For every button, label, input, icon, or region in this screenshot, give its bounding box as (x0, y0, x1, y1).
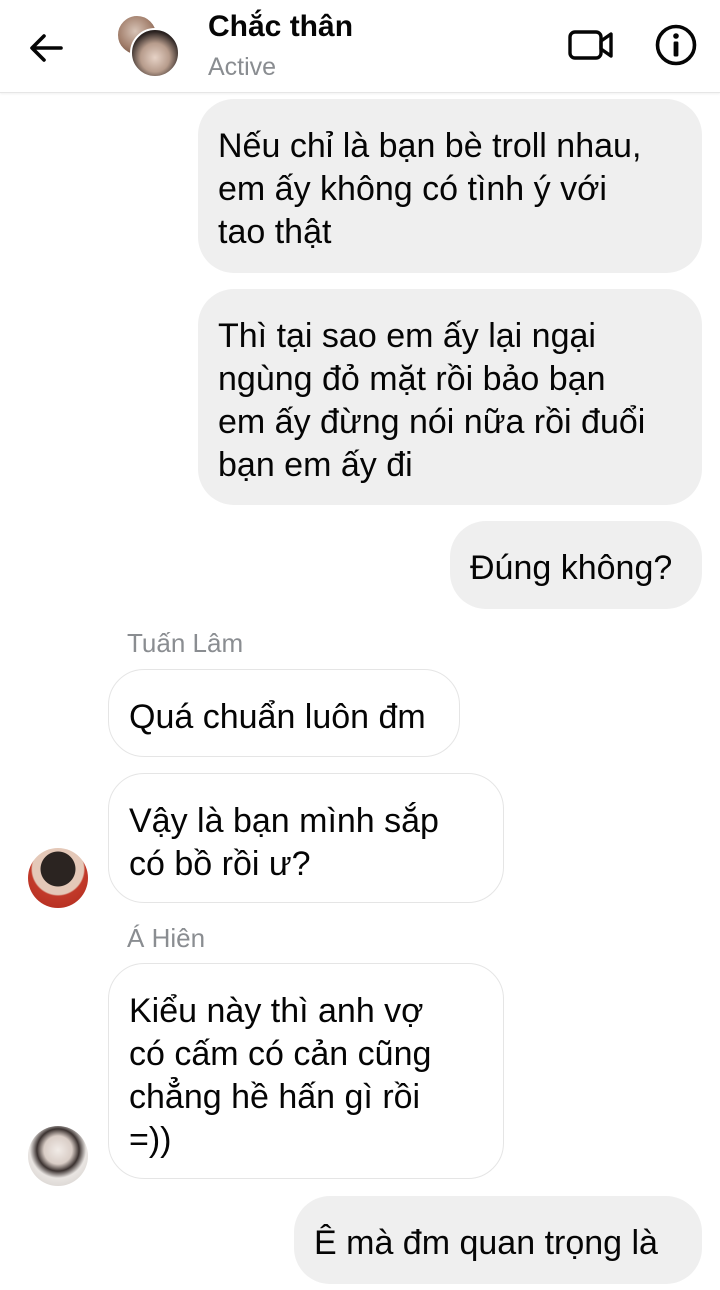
video-call-icon (568, 30, 613, 60)
messenger-chat-screen: Chắc thân Active Nếu chỉ là bạn bè troll… (0, 0, 720, 1290)
sender-name: Á Hiên (127, 923, 206, 953)
info-button[interactable] (652, 21, 700, 69)
sender-name: Tuấn Lâm (127, 628, 244, 658)
chat-header: Chắc thân Active (0, 0, 720, 93)
message-bubble-incoming[interactable]: Vậy là bạn mình sắp có bồ rồi ư? (108, 773, 504, 903)
sender-avatar[interactable] (28, 848, 88, 908)
active-status: Active (208, 53, 277, 81)
info-icon (655, 24, 697, 66)
message-bubble-incoming[interactable]: Quá chuẩn luôn đm (108, 669, 460, 757)
conversation-title[interactable]: Chắc thân (208, 10, 353, 44)
video-call-button[interactable] (564, 22, 618, 68)
group-avatar[interactable] (116, 14, 180, 78)
back-arrow-icon (30, 34, 63, 62)
message-bubble-incoming[interactable]: Kiểu này thì anh vợ có cấm có cản cũng c… (108, 963, 504, 1179)
message-bubble-outgoing[interactable]: Nếu chỉ là bạn bè troll nhau, em ấy khôn… (198, 99, 702, 273)
message-bubble-outgoing[interactable]: Thì tại sao em ấy lại ngại ngùng đỏ mặt … (198, 289, 702, 505)
group-avatar-member-2 (130, 28, 180, 78)
sender-avatar[interactable] (28, 1126, 88, 1186)
message-bubble-outgoing[interactable]: Đúng không? (450, 521, 702, 609)
message-bubble-outgoing[interactable]: Ê mà đm quan trọng là (294, 1196, 702, 1284)
back-button[interactable] (22, 24, 70, 72)
